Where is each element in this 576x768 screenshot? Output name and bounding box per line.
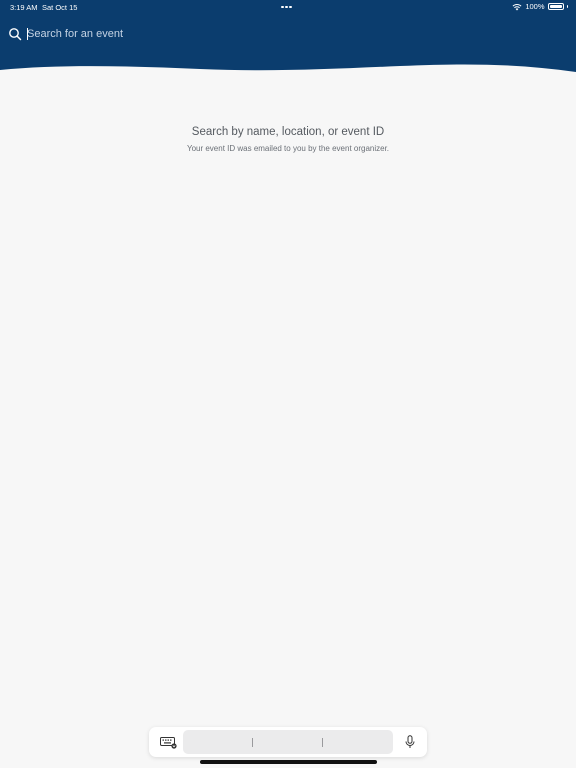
battery-icon — [547, 3, 564, 10]
search-icon — [9, 28, 22, 41]
home-indicator[interactable] — [200, 760, 377, 764]
multitasking-dots-icon[interactable] — [281, 2, 295, 10]
status-right-group: 100% — [512, 2, 568, 11]
microphone-icon[interactable] — [405, 735, 415, 749]
keyboard-icon[interactable] — [160, 736, 177, 749]
empty-state-title: Search by name, location, or event ID — [191, 126, 385, 138]
wifi-icon — [512, 3, 522, 10]
battery-percent: 100% — [525, 2, 545, 11]
empty-state: Search by name, location, or event ID Yo… — [0, 126, 576, 153]
keyboard-shortcut-bar — [149, 727, 427, 757]
suggestion-divider — [252, 738, 253, 747]
empty-state-subtitle: Your event ID was emailed to you by the … — [186, 144, 390, 153]
status-time: 3:19 AM — [10, 3, 38, 12]
header: 3:19 AM Sat Oct 15 100% — [0, 0, 576, 86]
status-date: Sat Oct 15 — [42, 3, 78, 12]
battery-tip — [566, 5, 568, 8]
predictive-text-strip[interactable] — [183, 730, 393, 754]
suggestion-divider — [322, 738, 323, 747]
status-bar: 3:19 AM Sat Oct 15 100% — [0, 0, 576, 14]
text-cursor — [27, 28, 28, 40]
search-input[interactable] — [27, 28, 507, 40]
app-screen: 3:19 AM Sat Oct 15 100% Search for an ev… — [0, 0, 576, 768]
search-bar[interactable] — [8, 24, 548, 44]
